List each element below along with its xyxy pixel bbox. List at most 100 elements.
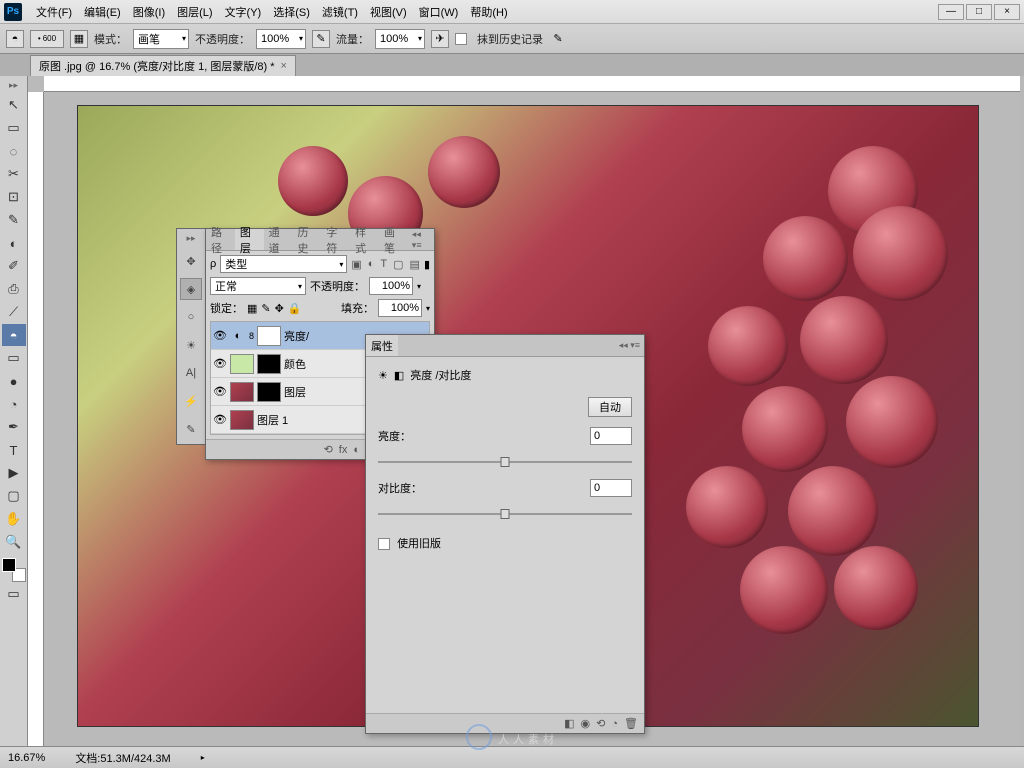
- opacity-pressure-icon[interactable]: ✎: [312, 30, 330, 48]
- document-tab-close[interactable]: ×: [281, 60, 287, 72]
- gradient-tool[interactable]: ▭: [2, 347, 26, 369]
- layer-opacity-input[interactable]: 100%: [369, 277, 413, 295]
- layer-name[interactable]: 图层 1: [257, 412, 288, 428]
- visibility-icon[interactable]: 👁: [213, 385, 227, 398]
- menu-file[interactable]: 文件(F): [30, 4, 78, 20]
- close-button[interactable]: ×: [994, 4, 1020, 20]
- menu-view[interactable]: 视图(V): [364, 4, 413, 20]
- panel-collapse-icon[interactable]: ◂◂ ▾≡: [615, 340, 644, 351]
- clip-to-layer-icon[interactable]: ◧: [564, 717, 574, 730]
- zoom-tool[interactable]: 🔍: [2, 531, 26, 553]
- tab-styles[interactable]: 样式: [350, 229, 379, 250]
- layer-thumb[interactable]: [230, 382, 254, 402]
- tab-layers[interactable]: 图层: [235, 229, 264, 250]
- document-tab[interactable]: 原图 .jpg @ 16.7% (亮度/对比度 1, 图层蒙版/8) * ×: [30, 55, 296, 76]
- strip-icon-brush[interactable]: ✎: [180, 418, 202, 440]
- horizontal-ruler[interactable]: [44, 76, 1020, 92]
- maximize-button[interactable]: □: [966, 4, 992, 20]
- auto-button[interactable]: 自动: [588, 397, 632, 417]
- airbrush-icon[interactable]: ✈: [431, 30, 449, 48]
- panel-collapse-icon[interactable]: ◂◂ ▾≡: [408, 229, 434, 251]
- toggle-visibility-icon[interactable]: ◔: [611, 718, 618, 730]
- flow-dropdown[interactable]: 100%: [375, 29, 425, 49]
- dodge-tool[interactable]: ◔: [2, 393, 26, 415]
- strip-icon-channels[interactable]: ○: [180, 306, 202, 328]
- filter-adjust-icon[interactable]: ◐: [368, 258, 375, 270]
- screen-mode-icon[interactable]: ▭: [2, 583, 26, 605]
- lasso-tool[interactable]: ◌: [2, 140, 26, 162]
- document-info[interactable]: 文档:51.3M/424.3M: [75, 750, 170, 766]
- shape-tool[interactable]: ▢: [2, 485, 26, 507]
- strip-collapse-icon[interactable]: ▸▸: [186, 233, 195, 244]
- contrast-slider[interactable]: [378, 507, 632, 521]
- history-brush-tool[interactable]: ⟋: [2, 301, 26, 323]
- strip-icon-adjust[interactable]: ☀: [180, 334, 202, 356]
- tablet-pressure-icon[interactable]: ✎: [549, 30, 567, 48]
- lock-all-icon[interactable]: 🔒: [288, 302, 302, 315]
- menu-select[interactable]: 选择(S): [267, 4, 316, 20]
- eyedropper-tool[interactable]: ✎: [2, 209, 26, 231]
- layer-mask-thumb[interactable]: [257, 382, 281, 402]
- hand-tool[interactable]: ✋: [2, 508, 26, 530]
- marquee-tool[interactable]: ▭: [2, 117, 26, 139]
- tab-paths[interactable]: 路径: [206, 229, 235, 250]
- contrast-input[interactable]: [590, 479, 632, 497]
- path-select-tool[interactable]: ▶: [2, 462, 26, 484]
- menu-edit[interactable]: 编辑(E): [78, 4, 127, 20]
- brush-tool[interactable]: ✐: [2, 255, 26, 277]
- erase-history-checkbox[interactable]: [455, 33, 467, 45]
- menu-window[interactable]: 窗口(W): [413, 4, 465, 20]
- strip-icon-char[interactable]: A|: [180, 362, 202, 384]
- visibility-icon[interactable]: 👁: [213, 413, 227, 426]
- layer-thumb[interactable]: [230, 354, 254, 374]
- healing-tool[interactable]: ◐: [2, 232, 26, 254]
- link-layers-icon[interactable]: ⟲: [324, 443, 333, 456]
- layer-name[interactable]: 亮度/: [284, 328, 309, 344]
- layer-name[interactable]: 图层: [284, 384, 306, 400]
- layer-filter-dropdown[interactable]: 类型: [220, 255, 347, 273]
- lock-pos-icon[interactable]: ✥: [275, 302, 284, 315]
- menu-filter[interactable]: 滤镜(T): [316, 4, 364, 20]
- lock-paint-icon[interactable]: ✎: [261, 302, 270, 315]
- color-swatches[interactable]: [2, 558, 26, 582]
- blend-mode-dropdown[interactable]: 正常: [210, 277, 306, 295]
- brightness-input[interactable]: [590, 427, 632, 445]
- crop-tool[interactable]: ⊡: [2, 186, 26, 208]
- filter-shape-icon[interactable]: ▢: [393, 258, 403, 271]
- layer-mask-thumb[interactable]: [257, 326, 281, 346]
- view-previous-icon[interactable]: ◉: [581, 717, 591, 730]
- legacy-checkbox[interactable]: [378, 538, 390, 550]
- eraser-tool-icon[interactable]: ◓: [6, 30, 24, 48]
- vertical-ruler[interactable]: [28, 92, 44, 746]
- fill-input[interactable]: 100%: [378, 299, 422, 317]
- visibility-icon[interactable]: 👁: [213, 329, 227, 342]
- tab-properties[interactable]: 属性: [366, 335, 398, 356]
- strip-icon-nav[interactable]: ✥: [180, 250, 202, 272]
- reset-icon[interactable]: ⟲: [596, 717, 605, 730]
- layer-name[interactable]: 颜色: [284, 356, 306, 372]
- menu-image[interactable]: 图像(I): [127, 4, 171, 20]
- layer-mask-icon[interactable]: ◐: [353, 444, 360, 456]
- stamp-tool[interactable]: ⎙: [2, 278, 26, 300]
- tab-char[interactable]: 字符: [321, 229, 350, 250]
- menu-help[interactable]: 帮助(H): [464, 4, 513, 20]
- minimize-button[interactable]: —: [938, 4, 964, 20]
- move-tool[interactable]: ↖: [2, 94, 26, 116]
- filter-type-icon[interactable]: T: [380, 258, 387, 270]
- visibility-icon[interactable]: 👁: [213, 357, 227, 370]
- menu-layer[interactable]: 图层(L): [171, 4, 218, 20]
- filter-pixel-icon[interactable]: ▣: [351, 258, 361, 271]
- delete-adjustment-icon[interactable]: 🗑: [624, 717, 638, 730]
- strip-icon-actions[interactable]: ⚡: [180, 390, 202, 412]
- zoom-level[interactable]: 16.67%: [8, 752, 45, 764]
- pen-tool[interactable]: ✒: [2, 416, 26, 438]
- brightness-slider[interactable]: [378, 455, 632, 469]
- type-tool[interactable]: T: [2, 439, 26, 461]
- toolbox-collapse-icon[interactable]: ▸▸: [9, 80, 18, 91]
- filter-smart-icon[interactable]: ▤: [410, 258, 420, 271]
- filter-toggle-icon[interactable]: ▮: [424, 258, 430, 271]
- lock-trans-icon[interactable]: ▦: [247, 302, 257, 315]
- opacity-dropdown[interactable]: 100%: [256, 29, 306, 49]
- magic-wand-tool[interactable]: ✂: [2, 163, 26, 185]
- layer-mask-thumb[interactable]: [257, 354, 281, 374]
